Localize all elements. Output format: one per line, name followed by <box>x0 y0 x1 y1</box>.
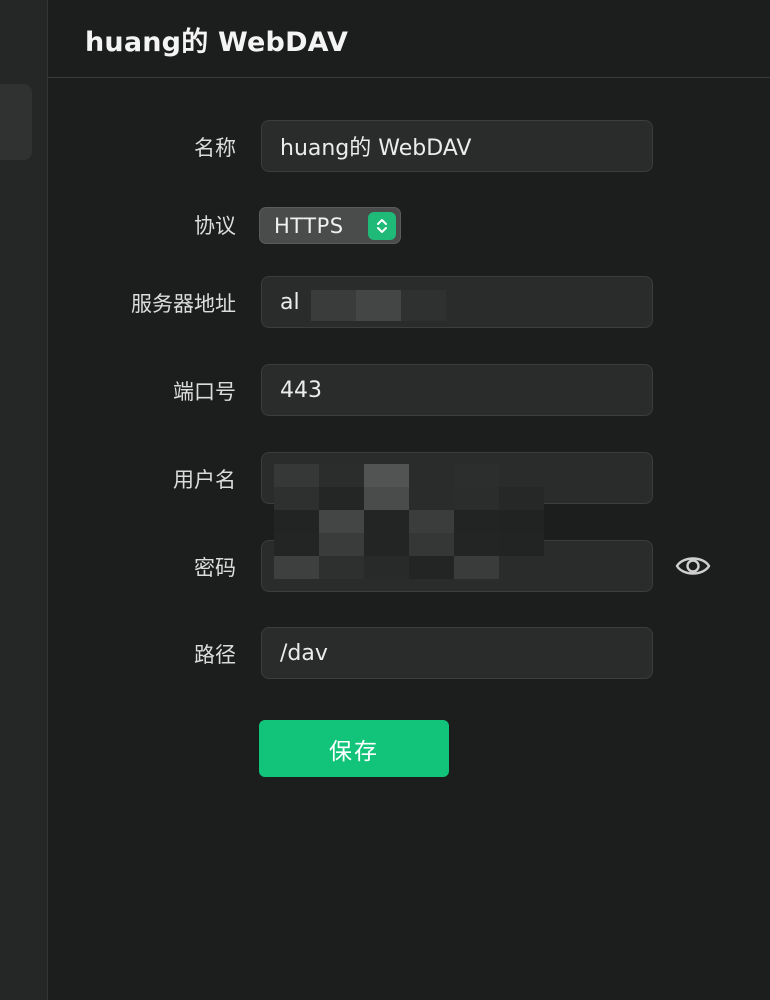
credentials-redaction <box>274 464 544 579</box>
protocol-label: 协议 <box>194 214 236 238</box>
app-window: huang的 WebDAV 名称 协议 HTTPS 服务器地址 端口号 <box>0 0 770 1000</box>
password-label: 密码 <box>194 556 236 580</box>
path-label: 路径 <box>194 643 236 667</box>
name-input[interactable] <box>261 120 653 172</box>
port-label: 端口号 <box>173 380 236 404</box>
name-label: 名称 <box>194 136 236 160</box>
form-row-path: 路径 <box>48 627 770 681</box>
server-redaction <box>311 290 446 321</box>
server-label: 服务器地址 <box>131 292 236 316</box>
path-input[interactable] <box>261 627 653 679</box>
port-input[interactable] <box>261 364 653 416</box>
chevron-up-down-icon <box>368 211 396 240</box>
eye-icon[interactable] <box>674 551 712 581</box>
header: huang的 WebDAV <box>48 0 770 78</box>
protocol-select[interactable]: HTTPS <box>259 207 401 244</box>
save-button[interactable]: 保存 <box>259 720 449 777</box>
form-row-port: 端口号 <box>48 364 770 418</box>
sidebar <box>0 0 48 1000</box>
form-row-name: 名称 <box>48 120 770 174</box>
page-title: huang的 WebDAV <box>85 27 349 58</box>
form-row-protocol: 协议 HTTPS <box>48 198 770 252</box>
protocol-select-value: HTTPS <box>274 213 344 238</box>
username-label: 用户名 <box>173 468 236 492</box>
sidebar-item-selected[interactable] <box>0 84 32 160</box>
